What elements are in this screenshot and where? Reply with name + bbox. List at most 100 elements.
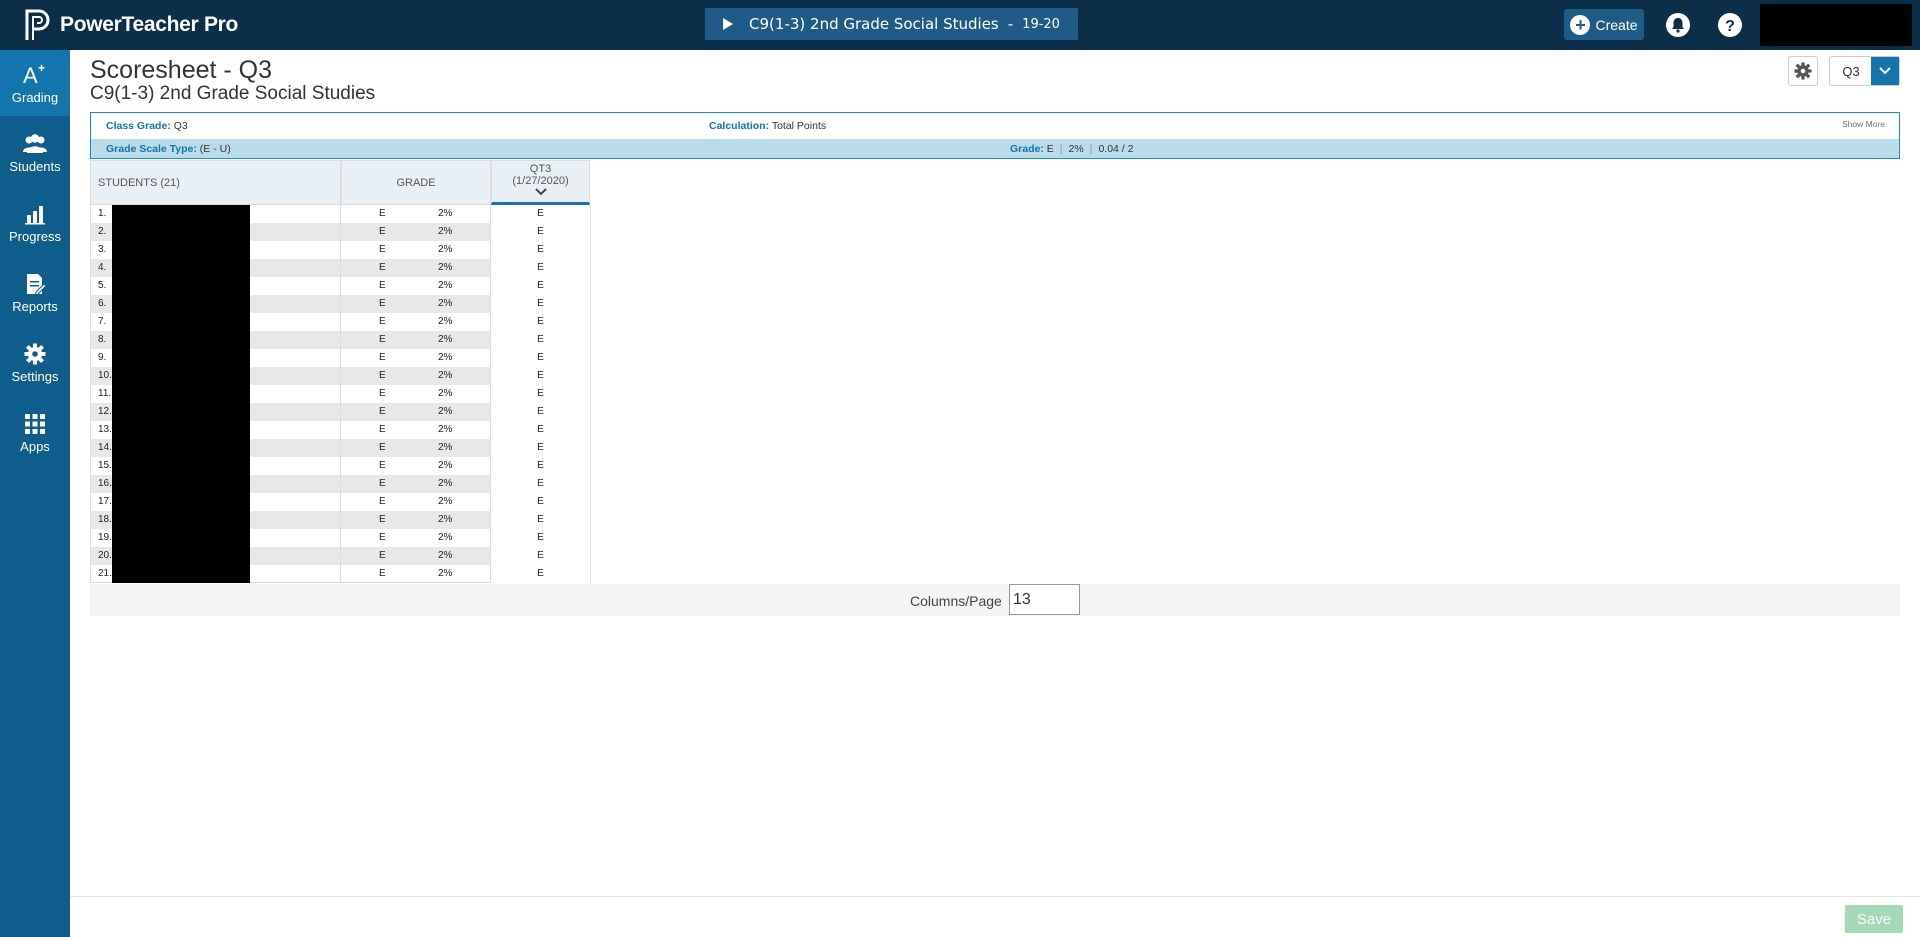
powerschool-logo-icon [25,9,50,40]
score-cell[interactable]: E [491,313,591,331]
row-number: 21. [98,568,112,579]
score-cell[interactable]: E [491,295,591,313]
chevron-down-icon[interactable] [534,188,547,196]
student-name-cell[interactable]: 6. [90,295,341,313]
row-number: 5. [98,280,107,291]
score-cell[interactable]: E [491,529,591,547]
nav-reports[interactable]: Reports [0,260,70,326]
nav-progress[interactable]: Progress [0,190,70,256]
score-cell[interactable]: E [491,403,591,421]
show-more-link[interactable]: Show More [1842,119,1885,129]
grade-scale-value: (E - U) [199,143,231,155]
app-name: PowerTeacher Pro [60,13,239,36]
assignment-column-header[interactable]: QT3 (1/27/2020) [491,160,590,205]
student-name-cell[interactable]: 14. [90,439,341,457]
notifications-button[interactable] [1665,12,1691,38]
student-name-cell[interactable]: 18. [90,511,341,529]
grade-cell: E 2% [341,205,491,223]
student-name-cell[interactable]: 1. [90,205,341,223]
score-cell[interactable]: E [491,241,591,259]
grade-letter: E [379,460,386,471]
students-column-header[interactable]: STUDENTS (21) [90,160,341,205]
score-cell[interactable]: E [491,385,591,403]
student-name-cell[interactable]: 7. [90,313,341,331]
grade-cell: E 2% [341,259,491,277]
nav-students[interactable]: Students [0,120,70,186]
table-row: 9. E 2% E [90,349,591,367]
student-name-cell[interactable]: 20. [90,547,341,565]
student-name-cell[interactable]: 8. [90,331,341,349]
score-cell[interactable]: E [491,367,591,385]
student-name-cell[interactable]: 21. [90,565,341,583]
grade-percent: 2% [438,514,453,525]
student-name-cell[interactable]: 3. [90,241,341,259]
student-name-cell[interactable]: 10. [90,367,341,385]
score-cell[interactable]: E [491,439,591,457]
row-number: 10. [98,370,112,381]
term-select[interactable]: Q3 [1829,56,1900,86]
student-name-cell[interactable]: 17. [90,493,341,511]
score-cell[interactable]: E [491,493,591,511]
grade-percent: 2% [438,208,453,219]
student-name-cell[interactable]: 2. [90,223,341,241]
student-name-redacted [112,457,250,475]
row-number: 7. [98,316,107,327]
grade-percent: 2% [438,478,453,489]
save-button[interactable]: Save [1845,905,1903,933]
plus-icon: + [1570,14,1591,35]
app-logo[interactable]: PowerTeacher Pro [24,8,238,42]
score-cell[interactable]: E [491,475,591,493]
score-cell[interactable]: E [491,331,591,349]
grade-percent: 2% [438,334,453,345]
help-button[interactable]: ? [1717,12,1743,38]
grade-cell: E 2% [341,295,491,313]
grade-cell: E 2% [341,331,491,349]
score-cell[interactable]: E [491,277,591,295]
score-cell[interactable]: E [491,457,591,475]
scoresheet-settings-button[interactable] [1788,56,1818,86]
grade-letter: E [379,316,386,327]
student-name-cell[interactable]: 13. [90,421,341,439]
grade-cell: E 2% [341,241,491,259]
student-name-redacted [112,349,250,367]
class-selector-button[interactable]: C9(1-3) 2nd Grade Social Studies - 19-20 [705,8,1078,40]
create-label: Create [1595,16,1638,33]
columns-per-page-input[interactable] [1009,584,1080,615]
nav-grading[interactable]: A + Grading [0,50,70,116]
nav-label-settings: Settings [11,368,59,384]
user-menu-redacted[interactable] [1760,4,1912,46]
grade-percent: 2% [438,244,453,255]
score-cell[interactable]: E [491,511,591,529]
grade-cell: E 2% [341,547,491,565]
score-cell[interactable]: E [491,259,591,277]
score-cell[interactable]: E [491,421,591,439]
score-cell[interactable]: E [491,565,591,583]
score-cell[interactable]: E [491,223,591,241]
create-button[interactable]: + Create [1564,9,1644,40]
chevron-down-icon[interactable] [1871,57,1899,85]
student-name-cell[interactable]: 9. [90,349,341,367]
table-row: 12. E 2% E [90,403,591,421]
student-name-cell[interactable]: 11. [90,385,341,403]
help-icon: ? [1718,13,1742,37]
row-number: 3. [98,244,107,255]
student-name-cell[interactable]: 15. [90,457,341,475]
class-name: C9(1-3) 2nd Grade Social Studies [749,15,999,33]
score-cell[interactable]: E [491,349,591,367]
columns-per-page-label: Columns/Page [910,593,1002,609]
page-title: Scoresheet - Q3 [90,56,273,84]
grade-cell: E 2% [341,475,491,493]
nav-settings[interactable]: Settings [0,330,70,396]
grade-column-header[interactable]: GRADE [341,160,491,205]
score-cell[interactable]: E [491,205,591,223]
student-name-cell[interactable]: 19. [90,529,341,547]
student-name-cell[interactable]: 5. [90,277,341,295]
nav-apps[interactable]: Apps [0,400,70,466]
score-cell[interactable]: E [491,547,591,565]
student-name-cell[interactable]: 12. [90,403,341,421]
row-number: 9. [98,352,107,363]
table-row: 16. E 2% E [90,475,591,493]
student-name-cell[interactable]: 4. [90,259,341,277]
student-name-cell[interactable]: 16. [90,475,341,493]
grade-percent: 2% [438,424,453,435]
